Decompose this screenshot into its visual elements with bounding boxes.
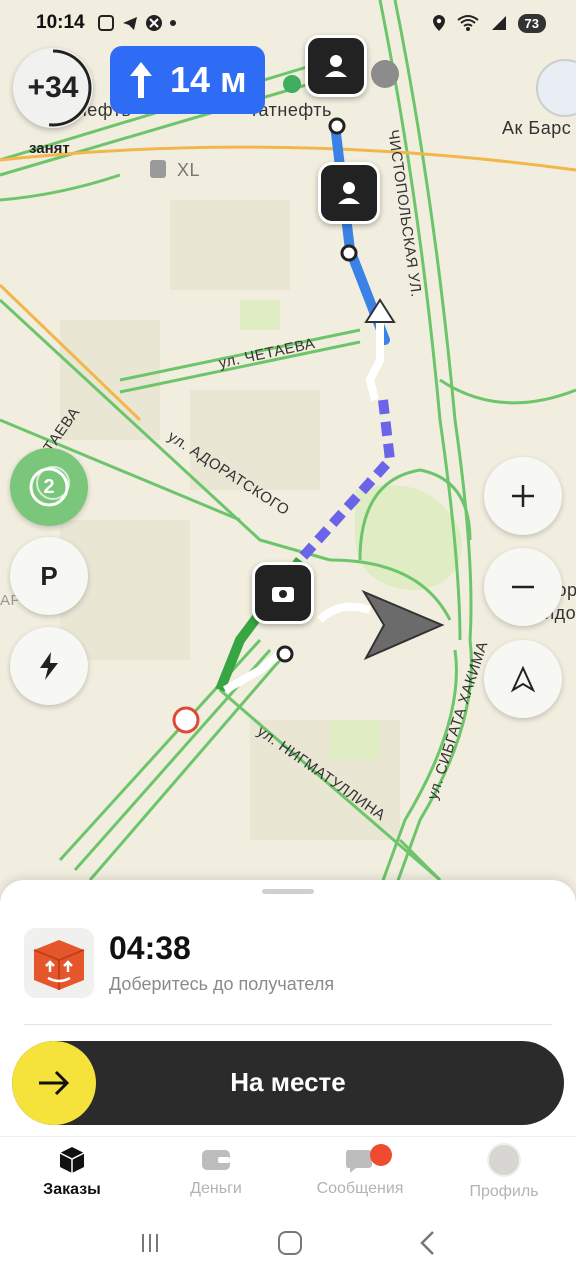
map-label-xl: XL bbox=[177, 160, 201, 180]
charging-button[interactable] bbox=[10, 627, 88, 705]
tab-money[interactable]: Деньги bbox=[144, 1137, 288, 1206]
location-icon bbox=[432, 15, 445, 31]
layers-count: 2 bbox=[43, 475, 55, 498]
arrived-slider[interactable]: На месте bbox=[12, 1041, 564, 1125]
status-bar: 10:14 73 bbox=[0, 0, 576, 46]
map-view[interactable]: атнефть татнефть Ак Барс XL ул. ЧЕТАЕВА … bbox=[0, 0, 576, 930]
busy-progress-ring bbox=[14, 49, 92, 127]
zoom-in-button[interactable] bbox=[484, 457, 562, 535]
orders-box-icon bbox=[59, 1146, 85, 1173]
app-notification-icon bbox=[145, 15, 162, 31]
navigation-arrow-icon bbox=[510, 665, 536, 693]
parking-label: P bbox=[40, 560, 58, 591]
system-nav-bar bbox=[0, 1206, 576, 1280]
tab-money-label: Деньги bbox=[190, 1179, 242, 1197]
wallet-icon bbox=[202, 1149, 230, 1170]
unread-badge bbox=[370, 1144, 392, 1166]
tab-messages[interactable]: Сообщения bbox=[288, 1137, 432, 1206]
recent-apps-icon[interactable] bbox=[138, 1231, 162, 1255]
parcel-icon bbox=[24, 928, 94, 998]
tab-messages-label: Сообщения bbox=[316, 1179, 404, 1197]
slider-label: На месте bbox=[230, 1067, 346, 1097]
chat-bubble-icon[interactable] bbox=[371, 60, 399, 88]
avatar bbox=[487, 1142, 521, 1177]
plus-icon bbox=[512, 485, 534, 507]
tab-profile-label: Профиль bbox=[469, 1182, 539, 1200]
telegram-icon bbox=[122, 17, 137, 30]
back-icon[interactable] bbox=[418, 1230, 438, 1256]
sheet-handle[interactable] bbox=[262, 889, 314, 894]
tab-orders-label: Заказы bbox=[43, 1180, 101, 1198]
status-time: 10:14 bbox=[36, 12, 85, 33]
maneuver-distance: 14 м bbox=[170, 59, 247, 100]
sender-pin[interactable] bbox=[318, 162, 380, 224]
tab-orders[interactable]: Заказы bbox=[0, 1137, 144, 1206]
map-label-ak-bars: Ак Барс bbox=[502, 118, 572, 138]
bottom-tab-bar: Заказы Деньги Сообщения Профиль bbox=[0, 1136, 576, 1206]
parking-button[interactable]: P bbox=[10, 537, 88, 615]
more-notifications-icon bbox=[169, 20, 176, 26]
minus-icon bbox=[512, 585, 534, 589]
arrow-up-icon bbox=[130, 62, 152, 98]
compass-button[interactable] bbox=[484, 640, 562, 718]
map-canvas bbox=[0, 0, 576, 930]
person-icon bbox=[325, 55, 347, 77]
order-subtitle: Доберитесь до получателя bbox=[109, 974, 335, 994]
home-icon[interactable] bbox=[277, 1230, 303, 1256]
divider bbox=[24, 1024, 552, 1025]
tab-profile[interactable]: Профиль bbox=[432, 1137, 576, 1206]
battery-indicator: 73 bbox=[517, 13, 546, 33]
layers-button[interactable]: 2 bbox=[10, 448, 88, 526]
maneuver-banner[interactable]: 14 м bbox=[110, 46, 265, 114]
zoom-out-button[interactable] bbox=[484, 548, 562, 626]
wifi-icon bbox=[456, 15, 479, 31]
person-icon bbox=[338, 182, 360, 204]
box-icon bbox=[33, 940, 85, 990]
photo-app-icon bbox=[97, 15, 114, 31]
busy-label: занят bbox=[29, 140, 70, 157]
eta-time: 04:38 bbox=[109, 930, 191, 966]
signal-icon bbox=[491, 16, 506, 30]
lightning-icon bbox=[40, 652, 58, 680]
camera-icon bbox=[272, 587, 294, 602]
speed-camera-pin[interactable] bbox=[252, 562, 314, 624]
